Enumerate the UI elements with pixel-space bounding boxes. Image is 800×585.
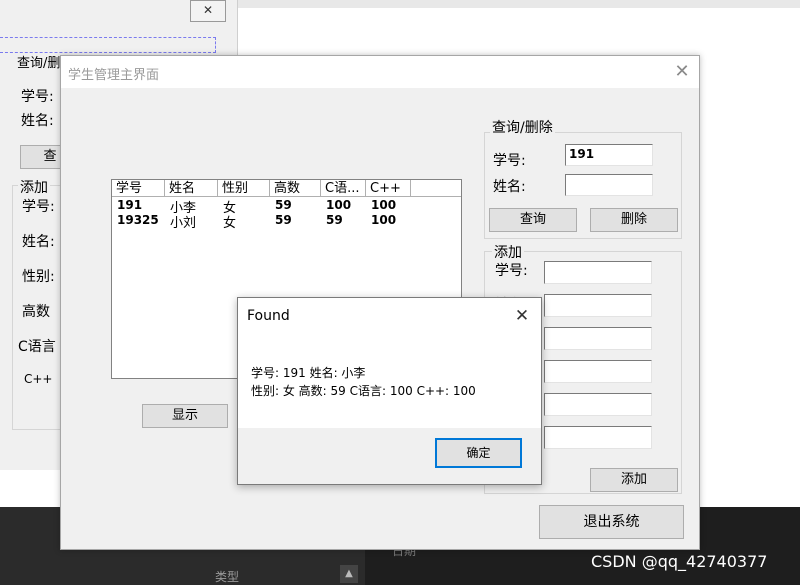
- add-math-input[interactable]: [544, 360, 652, 383]
- main-window-title: 学生管理主界面: [68, 68, 160, 83]
- watermark: CSDN @qq_42740377: [591, 552, 768, 571]
- bg-add-group-title: 添加: [18, 177, 50, 197]
- background-close-icon[interactable]: ✕: [190, 0, 226, 22]
- bg-add-label: 高数: [22, 304, 50, 320]
- cell-name: 小刘: [170, 216, 197, 231]
- footer-label-type: 类型: [215, 570, 240, 584]
- add-group-title: 添加: [492, 242, 524, 262]
- bg-add-label: 性别:: [22, 269, 55, 285]
- add-name-input[interactable]: [544, 294, 652, 317]
- show-button[interactable]: 显示: [142, 404, 228, 428]
- found-dialog: Found ✕ 学号: 191 姓名: 小李 性别: 女 高数: 59 C语言:…: [237, 297, 542, 485]
- table-row[interactable]: 191 小李 女 59 100 100: [112, 197, 461, 216]
- dialog-message-line1: 学号: 191 姓名: 小李: [251, 366, 366, 380]
- query-name-label: 姓名:: [493, 179, 526, 195]
- delete-button[interactable]: 删除: [590, 208, 678, 232]
- dialog-title: Found: [247, 308, 290, 324]
- column-header[interactable]: C++: [366, 180, 411, 197]
- column-header[interactable]: 高数: [270, 180, 321, 197]
- bg-add-label: C++: [24, 372, 53, 386]
- column-header-filler: [411, 180, 461, 197]
- cell-id: 19325: [117, 213, 159, 227]
- bg-query-group-title: 查询/删: [17, 56, 61, 71]
- cell-cpp: 100: [371, 198, 397, 212]
- main-title-bar: 学生管理主界面 ✕: [61, 56, 699, 88]
- add-id-input[interactable]: [544, 261, 652, 284]
- bg-add-label: C语言: [18, 339, 56, 355]
- bg-add-label: 姓名:: [22, 234, 55, 250]
- footer-scroll-icon[interactable]: ▲: [340, 565, 358, 583]
- bg-id-label: 学号:: [21, 89, 54, 105]
- cell-math: 59: [275, 198, 292, 212]
- column-header[interactable]: 性别: [218, 180, 270, 197]
- add-cpp-input[interactable]: [544, 426, 652, 449]
- column-header[interactable]: 学号: [112, 180, 165, 197]
- query-id-label: 学号:: [493, 153, 526, 169]
- table-row[interactable]: 19325 小刘 女 59 59 100: [112, 212, 461, 231]
- close-icon[interactable]: ✕: [671, 61, 693, 83]
- cell-id: 191: [117, 198, 143, 212]
- bg-name-label: 姓名:: [21, 113, 54, 129]
- add-c-input[interactable]: [544, 393, 652, 416]
- bg-add-label: 学号:: [22, 199, 55, 215]
- cell-gender: 女: [223, 216, 237, 231]
- dialog-button-bar: 确定: [238, 428, 541, 484]
- cell-math: 59: [275, 213, 292, 227]
- focus-rect: [0, 37, 216, 53]
- close-icon[interactable]: ✕: [510, 304, 534, 328]
- cell-cpp: 100: [371, 213, 397, 227]
- add-id-label: 学号:: [495, 263, 528, 279]
- ok-button[interactable]: 确定: [435, 438, 522, 468]
- cell-c: 59: [326, 213, 343, 227]
- column-header[interactable]: 姓名: [165, 180, 218, 197]
- column-header[interactable]: C语...: [321, 180, 366, 197]
- query-group-title: 查询/删除: [490, 117, 555, 137]
- cell-c: 100: [326, 198, 352, 212]
- add-gender-input[interactable]: [544, 327, 652, 350]
- dialog-message-line2: 性别: 女 高数: 59 C语言: 100 C++: 100: [251, 384, 476, 398]
- query-id-input[interactable]: 191: [565, 144, 653, 166]
- exit-button[interactable]: 退出系统: [539, 505, 684, 539]
- query-name-input[interactable]: [565, 174, 653, 196]
- add-button[interactable]: 添加: [590, 468, 678, 492]
- query-button[interactable]: 查询: [489, 208, 577, 232]
